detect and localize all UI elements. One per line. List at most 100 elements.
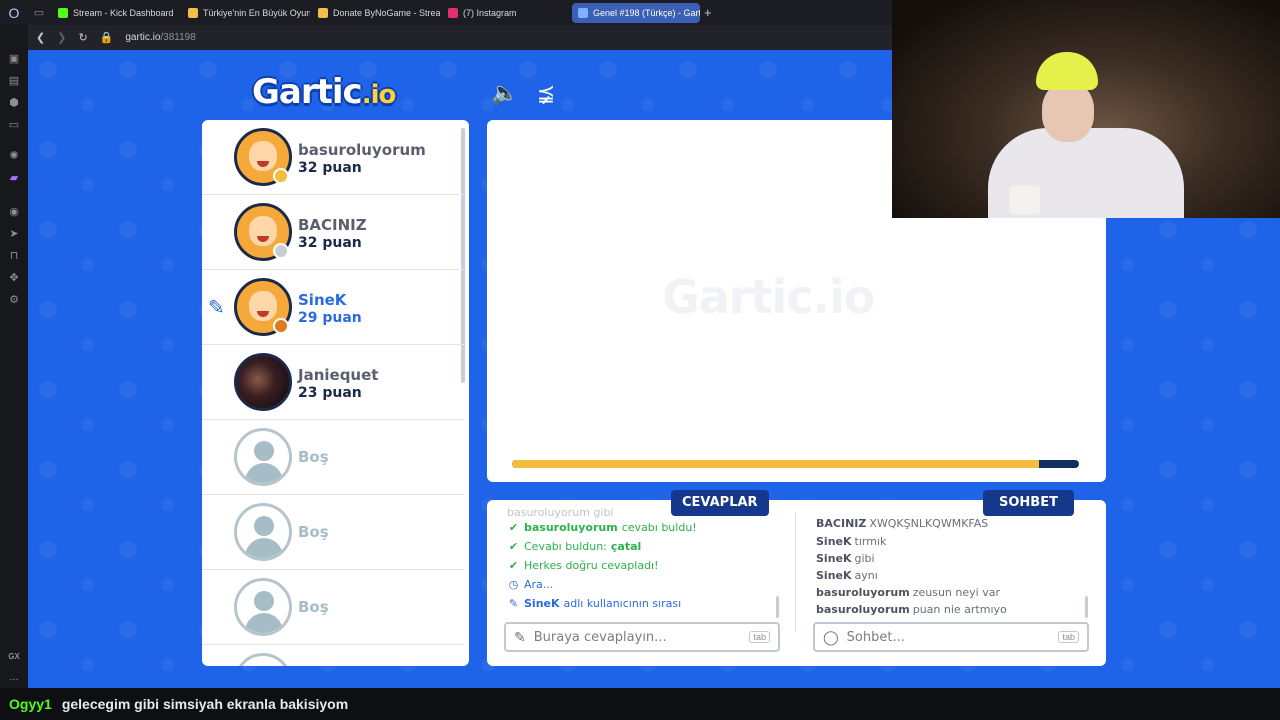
- chat-message: SineK tırmık: [816, 533, 1096, 550]
- chat-message: BACINIZ XWQKŞNLKQWMKFAS: [816, 514, 1096, 533]
- answer-message: ✔ basuroluyorum cevabı buldu!: [507, 518, 787, 537]
- instagram-favicon-icon: [448, 7, 458, 18]
- player-row[interactable]: basuroluyorum 32 puan: [202, 120, 464, 195]
- gartic-logo[interactable]: Gartic.io: [252, 72, 397, 112]
- message-text: basuroluyorum gibi: [507, 508, 614, 518]
- chat-input[interactable]: ◯ Sohbet... tab: [813, 622, 1089, 652]
- chat-tab[interactable]: SOHBET: [983, 490, 1074, 516]
- forward-icon[interactable]: ❯: [57, 31, 66, 44]
- gx-label[interactable]: GX: [7, 650, 21, 664]
- chat-bubble-icon: ◯: [823, 628, 839, 645]
- player-icon[interactable]: ◉: [7, 205, 21, 219]
- check-icon: ✔: [508, 521, 519, 534]
- opera-logo-icon[interactable]: O: [0, 0, 28, 25]
- answer-word: çatal: [610, 540, 642, 553]
- url-field[interactable]: gartic.io/381198: [125, 32, 195, 43]
- chat-message: basuroluyorum puan nie artmıyo: [816, 601, 1096, 618]
- tab-bynogame[interactable]: Türkiye'nin En Büyük Oyun: [182, 3, 310, 23]
- players-list: basuroluyorum 32 puan BACINIZ 32 puan ✎ …: [202, 120, 469, 666]
- empty-slot: Boş: [202, 420, 464, 495]
- tab-menu-icon[interactable]: ▭: [28, 0, 50, 25]
- message-text: zeusun neyi var: [912, 586, 1000, 599]
- speed-dial-icon[interactable]: ▣: [7, 52, 21, 66]
- tab-instagram[interactable]: (7) Instagram: [442, 3, 570, 23]
- empty-slot: Boş: [202, 495, 464, 570]
- player-row[interactable]: BACINIZ 32 puan: [202, 195, 464, 270]
- streamer-face: [1042, 82, 1094, 142]
- url-path: /381198: [160, 32, 196, 43]
- twitch-icon[interactable]: ▰: [7, 171, 21, 185]
- chat-feed: BACINIZ XWQKŞNLKQWMKFAS SineK tırmık SineK…: [816, 514, 1096, 626]
- tab-kick-dashboard[interactable]: Stream - Kick Dashboard: [52, 3, 180, 23]
- tab-label: Donate ByNoGame - Stream: [333, 7, 440, 18]
- message-text: Cevabı buldun:: [524, 540, 607, 553]
- bynogame-favicon-icon: [188, 7, 198, 18]
- pencil-icon: ✎: [508, 597, 519, 610]
- bookmark-icon[interactable]: ⊓: [7, 249, 21, 263]
- message-text: Ara...: [524, 578, 554, 591]
- donate-favicon-icon: [318, 7, 328, 18]
- chat-placeholder: Sohbet...: [846, 629, 905, 645]
- player-name: basuroluyorum: [298, 141, 426, 159]
- logo-io-text: .io: [361, 80, 397, 110]
- messenger-icon[interactable]: ▤: [7, 74, 21, 88]
- empty-avatar-icon: [234, 428, 292, 486]
- stream-chat-user: Ogyy1: [9, 696, 52, 712]
- settings-icon[interactable]: ⚙: [7, 293, 21, 307]
- answer-input[interactable]: ✎ Buraya cevaplayın... tab: [504, 622, 780, 652]
- panel-divider: [795, 512, 796, 632]
- new-tab-button[interactable]: +: [704, 5, 712, 20]
- share-icon[interactable]: ⪵: [533, 80, 559, 106]
- message-text: Herkes doğru cevapladı!: [524, 559, 659, 572]
- player-row[interactable]: Janiequet 23 puan: [202, 345, 464, 420]
- reload-icon[interactable]: ↻: [78, 31, 87, 44]
- answer-message: ✎ SineK adlı kullanıcının sırası: [507, 594, 787, 613]
- tab-label: Türkiye'nin En Büyük Oyun: [203, 7, 310, 18]
- message-user: basuroluyorum: [816, 603, 910, 616]
- stream-chat-bar: Ogyy1 gelecegim gibi simsiyah ekranla ba…: [0, 688, 1280, 720]
- answers-scrollbar[interactable]: [776, 596, 779, 618]
- message-text: cevabı buldu!: [621, 521, 697, 534]
- chat-message: SineK aynı: [816, 567, 1096, 584]
- check-icon: ✔: [508, 540, 519, 553]
- message-user: basuroluyorum: [816, 586, 910, 599]
- chat-message: SineK gibi: [816, 550, 1096, 567]
- player-row-drawing[interactable]: ✎ SineK 29 puan: [202, 270, 464, 345]
- tab-gartic[interactable]: Genel #198 (Türkçe) - Gartic: [572, 2, 700, 23]
- empty-slot-partial: [202, 645, 464, 666]
- sound-icon[interactable]: 🔈: [491, 80, 518, 106]
- tab-donate[interactable]: Donate ByNoGame - Stream: [312, 3, 440, 23]
- message-user: basuroluyorum: [524, 521, 618, 534]
- answer-message: ✔ Herkes doğru cevapladı!: [507, 556, 787, 575]
- message-user: SineK: [816, 535, 852, 548]
- player-score: 32 puan: [298, 160, 362, 176]
- answers-tab[interactable]: CEVAPLAR: [671, 490, 769, 516]
- chatgpt-icon[interactable]: ✺: [7, 149, 21, 163]
- player-score: 23 puan: [298, 385, 362, 401]
- message-user: BACINIZ: [816, 517, 867, 530]
- extensions-icon[interactable]: ✥: [7, 271, 21, 285]
- player-badge: [273, 168, 289, 184]
- message-text: aynı: [854, 569, 878, 582]
- stream-chat-text: gelecegim gibi simsiyah ekranla bakisiyo…: [61, 696, 349, 712]
- player-name: BACINIZ: [298, 216, 367, 234]
- more-icon[interactable]: ...: [7, 670, 21, 684]
- empty-avatar-icon: [234, 578, 292, 636]
- back-icon[interactable]: ❮: [36, 31, 45, 44]
- wallet-icon[interactable]: ▭: [7, 118, 21, 132]
- vpn-icon[interactable]: ⬢: [7, 96, 21, 110]
- chat-scrollbar[interactable]: [1085, 596, 1088, 618]
- empty-avatar-icon: [234, 653, 292, 666]
- player-name: Boş: [298, 598, 329, 616]
- answer-message: ✔ Cevabı buldun: çatal: [507, 537, 787, 556]
- message-user: SineK: [816, 552, 852, 565]
- gartic-favicon-icon: [578, 7, 588, 18]
- message-text: XWQKŞNLKQWMKFAS: [869, 517, 989, 530]
- mug: [1010, 186, 1040, 214]
- send-icon[interactable]: ➤: [7, 227, 21, 241]
- chat-message: basuroluyorum zeusun neyi var: [816, 584, 1096, 601]
- player-score: 29 puan: [298, 310, 362, 326]
- message-text: gibi: [854, 552, 875, 565]
- pencil-icon: ✎: [514, 628, 526, 645]
- message-user: SineK: [524, 597, 560, 610]
